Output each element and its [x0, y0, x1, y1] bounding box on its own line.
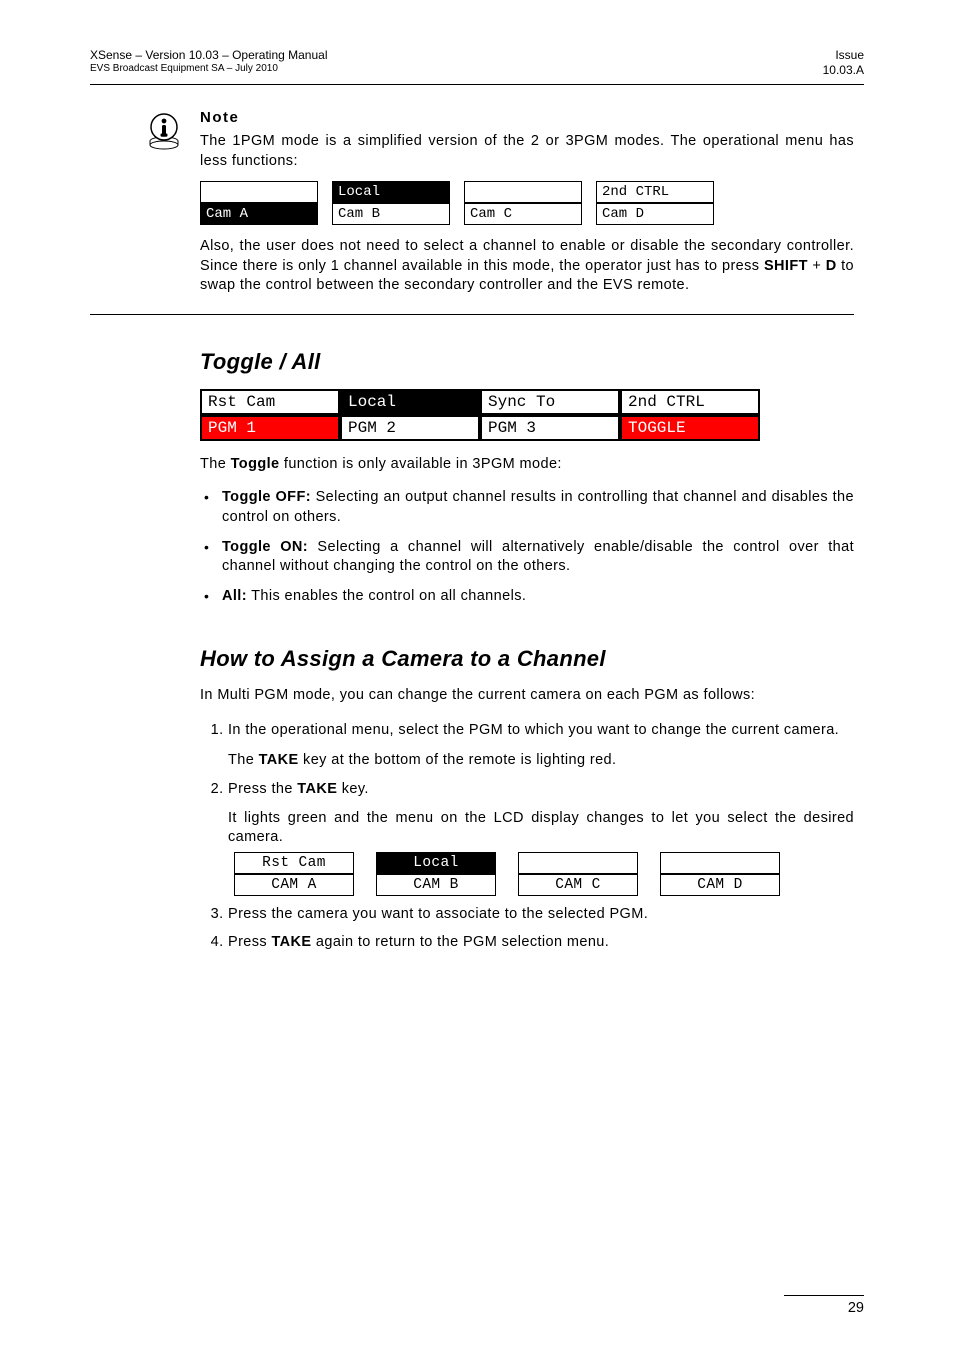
- note-lcd-top-0: [200, 181, 318, 203]
- note-lcd-top-3: 2nd CTRL: [596, 181, 714, 203]
- note-heading: Note: [200, 109, 854, 126]
- assign-lcd-top-1: Local: [376, 852, 496, 874]
- toggle-bullet-1-label: Toggle ON:: [222, 539, 308, 555]
- assign-step-1-text: In the operational menu, select the PGM …: [228, 721, 854, 741]
- assign-step4-b: again to return to the PGM selection men…: [312, 934, 610, 950]
- note-lcd-bot-1: Cam B: [332, 203, 450, 225]
- toggle-intro-c: function is only available in 3PGM mode:: [279, 456, 561, 472]
- toggle-lcd-bot-1: PGM 2: [340, 415, 480, 441]
- header-rule: [90, 84, 864, 85]
- shift-key: SHIFT: [764, 258, 808, 274]
- doc-issue-label: Issue: [823, 48, 864, 63]
- note-lcd-col-2: Cam C: [464, 181, 582, 225]
- assign-heading: How to Assign a Camera to a Channel: [200, 646, 854, 672]
- toggle-lcd-top-0: Rst Cam: [200, 389, 340, 415]
- plus-text: +: [808, 258, 826, 274]
- assign-step1-sub-a: The: [228, 752, 259, 768]
- assign-step2-a: Press the: [228, 781, 297, 797]
- note-lcd-col-3: 2nd CTRL Cam D: [596, 181, 714, 225]
- toggle-bullet-0-label: Toggle OFF:: [222, 489, 311, 505]
- note-para2a: Also, the user does not need to select a…: [200, 238, 854, 274]
- assign-steps: In the operational menu, select the PGM …: [200, 720, 854, 953]
- assign-lcd-col-2: CAM C: [518, 852, 638, 896]
- toggle-bullet-0: Toggle OFF: Selecting an output channel …: [200, 488, 854, 527]
- footer-rule: [784, 1295, 864, 1296]
- page-header: XSense – Version 10.03 – Operating Manua…: [90, 48, 864, 78]
- assign-step-2-sub: It lights green and the menu on the LCD …: [228, 809, 854, 848]
- toggle-bullet-2: All: This enables the control on all cha…: [200, 587, 854, 607]
- assign-step2-b: key.: [337, 781, 369, 797]
- d-key: D: [826, 258, 837, 274]
- page-number: 29: [784, 1300, 864, 1316]
- assign-lcd-top-0: Rst Cam: [234, 852, 354, 874]
- toggle-heading: Toggle / All: [200, 349, 854, 375]
- assign-lcd-col-1: Local CAM B: [376, 852, 496, 896]
- take-key-2: TAKE: [297, 781, 337, 797]
- doc-title: XSense – Version 10.03 – Operating Manua…: [90, 48, 328, 63]
- assign-step-4: Press TAKE again to return to the PGM se…: [228, 932, 854, 952]
- assign-step-1: In the operational menu, select the PGM …: [228, 720, 854, 771]
- assign-step4-a: Press: [228, 934, 272, 950]
- toggle-bullet-1-text: Selecting a channel will alternatively e…: [222, 539, 854, 575]
- doc-publisher: EVS Broadcast Equipment SA – July 2010: [90, 63, 328, 76]
- page-footer: 29: [784, 1295, 864, 1316]
- toggle-intro: The Toggle function is only available in…: [200, 455, 854, 475]
- assign-lcd-bot-1: CAM B: [376, 874, 496, 896]
- assign-lcd: Rst Cam CAM A Local CAM B CAM C CAM D: [234, 852, 854, 896]
- header-left: XSense – Version 10.03 – Operating Manua…: [90, 48, 328, 78]
- note-rule: [90, 314, 854, 315]
- toggle-lcd-top-1: Local: [340, 389, 480, 415]
- note-lcd-col-1: Local Cam B: [332, 181, 450, 225]
- note-para1: The 1PGM mode is a simplified version of…: [200, 132, 854, 171]
- assign-lcd-col-3: CAM D: [660, 852, 780, 896]
- toggle-lcd: Rst Cam Local Sync To 2nd CTRL PGM 1 PGM…: [200, 389, 760, 441]
- note-lcd-bot-3: Cam D: [596, 203, 714, 225]
- assign-lcd-top-3: [660, 852, 780, 874]
- note-lcd-bot-0: Cam A: [200, 203, 318, 225]
- toggle-bullet-2-text: This enables the control on all channels…: [247, 588, 526, 604]
- toggle-bullet-0-text: Selecting an output channel results in c…: [222, 489, 854, 525]
- toggle-intro-a: The: [200, 456, 231, 472]
- assign-lcd-bot-0: CAM A: [234, 874, 354, 896]
- take-key-1: TAKE: [259, 752, 299, 768]
- assign-lcd-top-2: [518, 852, 638, 874]
- note-lcd-row: Cam A Local Cam B Cam C 2nd CTRL Cam D: [200, 181, 854, 225]
- toggle-bullet-2-label: All:: [222, 588, 247, 604]
- note-lcd-top-1: Local: [332, 181, 450, 203]
- toggle-bullets: Toggle OFF: Selecting an output channel …: [200, 488, 854, 606]
- toggle-bullet-1: Toggle ON: Selecting a channel will alte…: [200, 538, 854, 577]
- assign-intro: In Multi PGM mode, you can change the cu…: [200, 686, 854, 706]
- toggle-lcd-bot-2: PGM 3: [480, 415, 620, 441]
- assign-step-2: Press the TAKE key. It lights green and …: [228, 779, 854, 896]
- note-para2: Also, the user does not need to select a…: [200, 237, 854, 296]
- toggle-lcd-top-2: Sync To: [480, 389, 620, 415]
- assign-lcd-col-0: Rst Cam CAM A: [234, 852, 354, 896]
- note-lcd-bot-2: Cam C: [464, 203, 582, 225]
- header-right: Issue 10.03.A: [823, 48, 864, 78]
- doc-issue-value: 10.03.A: [823, 63, 864, 78]
- note-lcd-col-0: Cam A: [200, 181, 318, 225]
- assign-lcd-bot-2: CAM C: [518, 874, 638, 896]
- assign-step1-sub-b: key at the bottom of the remote is light…: [299, 752, 617, 768]
- toggle-lcd-top-3: 2nd CTRL: [620, 389, 760, 415]
- toggle-lcd-bot-0: PGM 1: [200, 415, 340, 441]
- assign-lcd-bot-3: CAM D: [660, 874, 780, 896]
- assign-step-3: Press the camera you want to associate t…: [228, 904, 854, 924]
- note-lcd-top-2: [464, 181, 582, 203]
- note-icon: [144, 111, 184, 151]
- take-key-3: TAKE: [272, 934, 312, 950]
- toggle-intro-b: Toggle: [231, 456, 280, 472]
- note-block: Note The 1PGM mode is a simplified versi…: [200, 109, 854, 315]
- assign-step-1-sub: The TAKE key at the bottom of the remote…: [228, 750, 854, 770]
- toggle-lcd-bot-3: TOGGLE: [620, 415, 760, 441]
